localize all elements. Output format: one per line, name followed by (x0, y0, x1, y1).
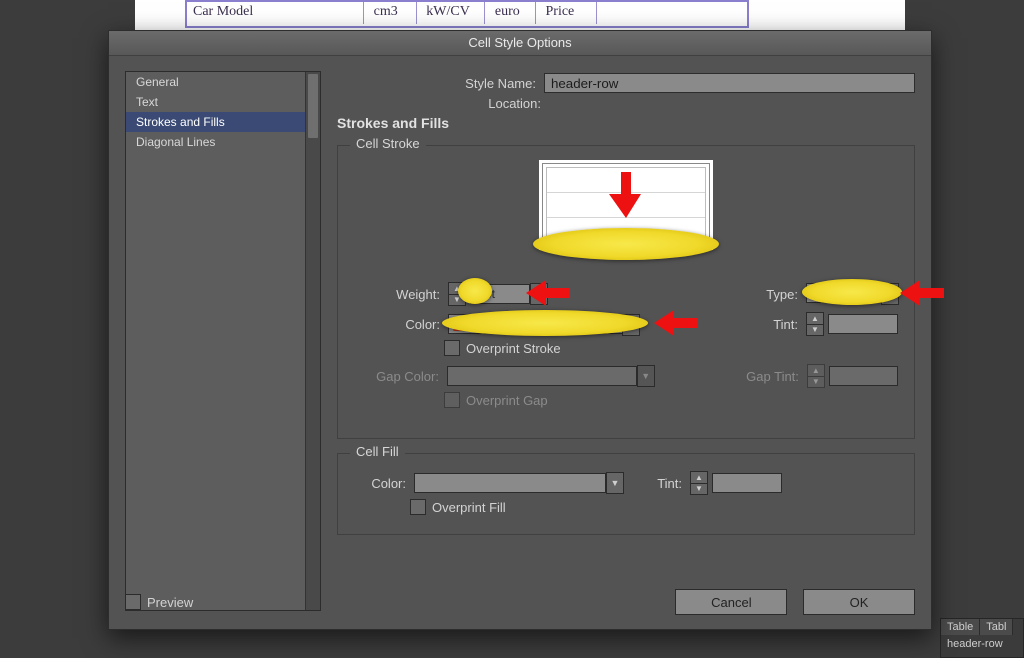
gap-tint-label: Gap Tint: (655, 369, 799, 384)
cell-fill-title: Cell Fill (350, 444, 405, 459)
fill-color-label: Color: (354, 476, 406, 491)
style-name-label: Style Name: (337, 76, 536, 91)
panel-tab-table[interactable]: Table (941, 619, 980, 635)
annotation-arrow-color-icon (654, 310, 698, 336)
tint-label: Tint: (688, 317, 798, 332)
col-cm3: cm3 (368, 2, 417, 24)
cell-stroke-title: Cell Stroke (350, 136, 426, 151)
cell-styles-panel[interactable]: TableTabl header-row (940, 618, 1024, 658)
fill-tint-stepper[interactable]: ▲▼ (690, 471, 708, 495)
col-kwcv: kW/CV (420, 2, 485, 24)
gap-color-field (447, 366, 637, 386)
location-label: Location: (337, 96, 541, 111)
scroll-thumb[interactable] (308, 74, 318, 138)
table-header-row: Car Model cm3 kW/CV euro Price (185, 0, 749, 28)
category-list[interactable]: General Text Strokes and Fills Diagonal … (125, 71, 321, 611)
annotation-arrow-weight-icon (526, 280, 570, 306)
gap-tint-field (829, 366, 898, 386)
annotation-arrow-type-icon (900, 280, 944, 306)
category-general[interactable]: General (126, 72, 320, 92)
fill-tint-field[interactable] (712, 473, 782, 493)
overprint-gap-checkbox (444, 392, 460, 408)
gap-color-dropdown: ▼ (637, 365, 655, 387)
overprint-fill-checkbox[interactable] (410, 499, 426, 515)
panel-tab-2[interactable]: Tabl (980, 619, 1013, 635)
overprint-gap-label: Overprint Gap (466, 393, 548, 408)
fill-tint-label: Tint: (636, 476, 682, 491)
preview-label: Preview (147, 595, 193, 610)
chevron-down-icon[interactable]: ▼ (691, 484, 707, 495)
cancel-button[interactable]: Cancel (675, 589, 787, 615)
fill-color-dropdown[interactable]: ▼ (606, 472, 624, 494)
category-scrollbar[interactable] (305, 72, 320, 610)
category-diagonal-lines[interactable]: Diagonal Lines (126, 132, 320, 152)
category-strokes-fills[interactable]: Strokes and Fills (126, 112, 320, 132)
annotation-arrow-down-icon (609, 172, 643, 220)
overprint-stroke-checkbox[interactable] (444, 340, 460, 356)
chevron-up-icon[interactable]: ▲ (807, 313, 823, 325)
tint-stepper[interactable]: ▲▼ (806, 312, 824, 336)
fill-color-field[interactable] (414, 473, 606, 493)
type-label: Type: (582, 287, 798, 302)
col-price: Price (540, 2, 597, 24)
cell-fill-group: Cell Fill Color: ▼ Tint: ▲▼ Overprint Fi… (337, 453, 915, 535)
gap-color-label: Gap Color: (354, 369, 439, 384)
section-title: Strokes and Fills (337, 115, 915, 131)
dialog-title: Cell Style Options (109, 31, 931, 56)
weight-label: Weight: (354, 287, 440, 302)
chevron-up-icon[interactable]: ▲ (691, 472, 707, 484)
overprint-fill-label: Overprint Fill (432, 500, 506, 515)
tint-field[interactable] (828, 314, 898, 334)
preview-checkbox[interactable] (125, 594, 141, 610)
col-car-model: Car Model (187, 2, 364, 24)
chevron-down-icon[interactable]: ▼ (807, 325, 823, 336)
gap-tint-stepper: ▲▼ (807, 364, 825, 388)
color-label: Color: (354, 317, 440, 332)
overprint-stroke-label: Overprint Stroke (466, 341, 561, 356)
panel-style-row[interactable]: header-row (941, 635, 1023, 653)
cell-style-options-dialog: Cell Style Options General Text Strokes … (108, 30, 932, 630)
style-name-input[interactable] (544, 73, 915, 93)
cell-stroke-group: Cell Stroke Weight: ▲▼ (337, 145, 915, 439)
col-euro: euro (489, 2, 536, 24)
category-text[interactable]: Text (126, 92, 320, 112)
ok-button[interactable]: OK (803, 589, 915, 615)
